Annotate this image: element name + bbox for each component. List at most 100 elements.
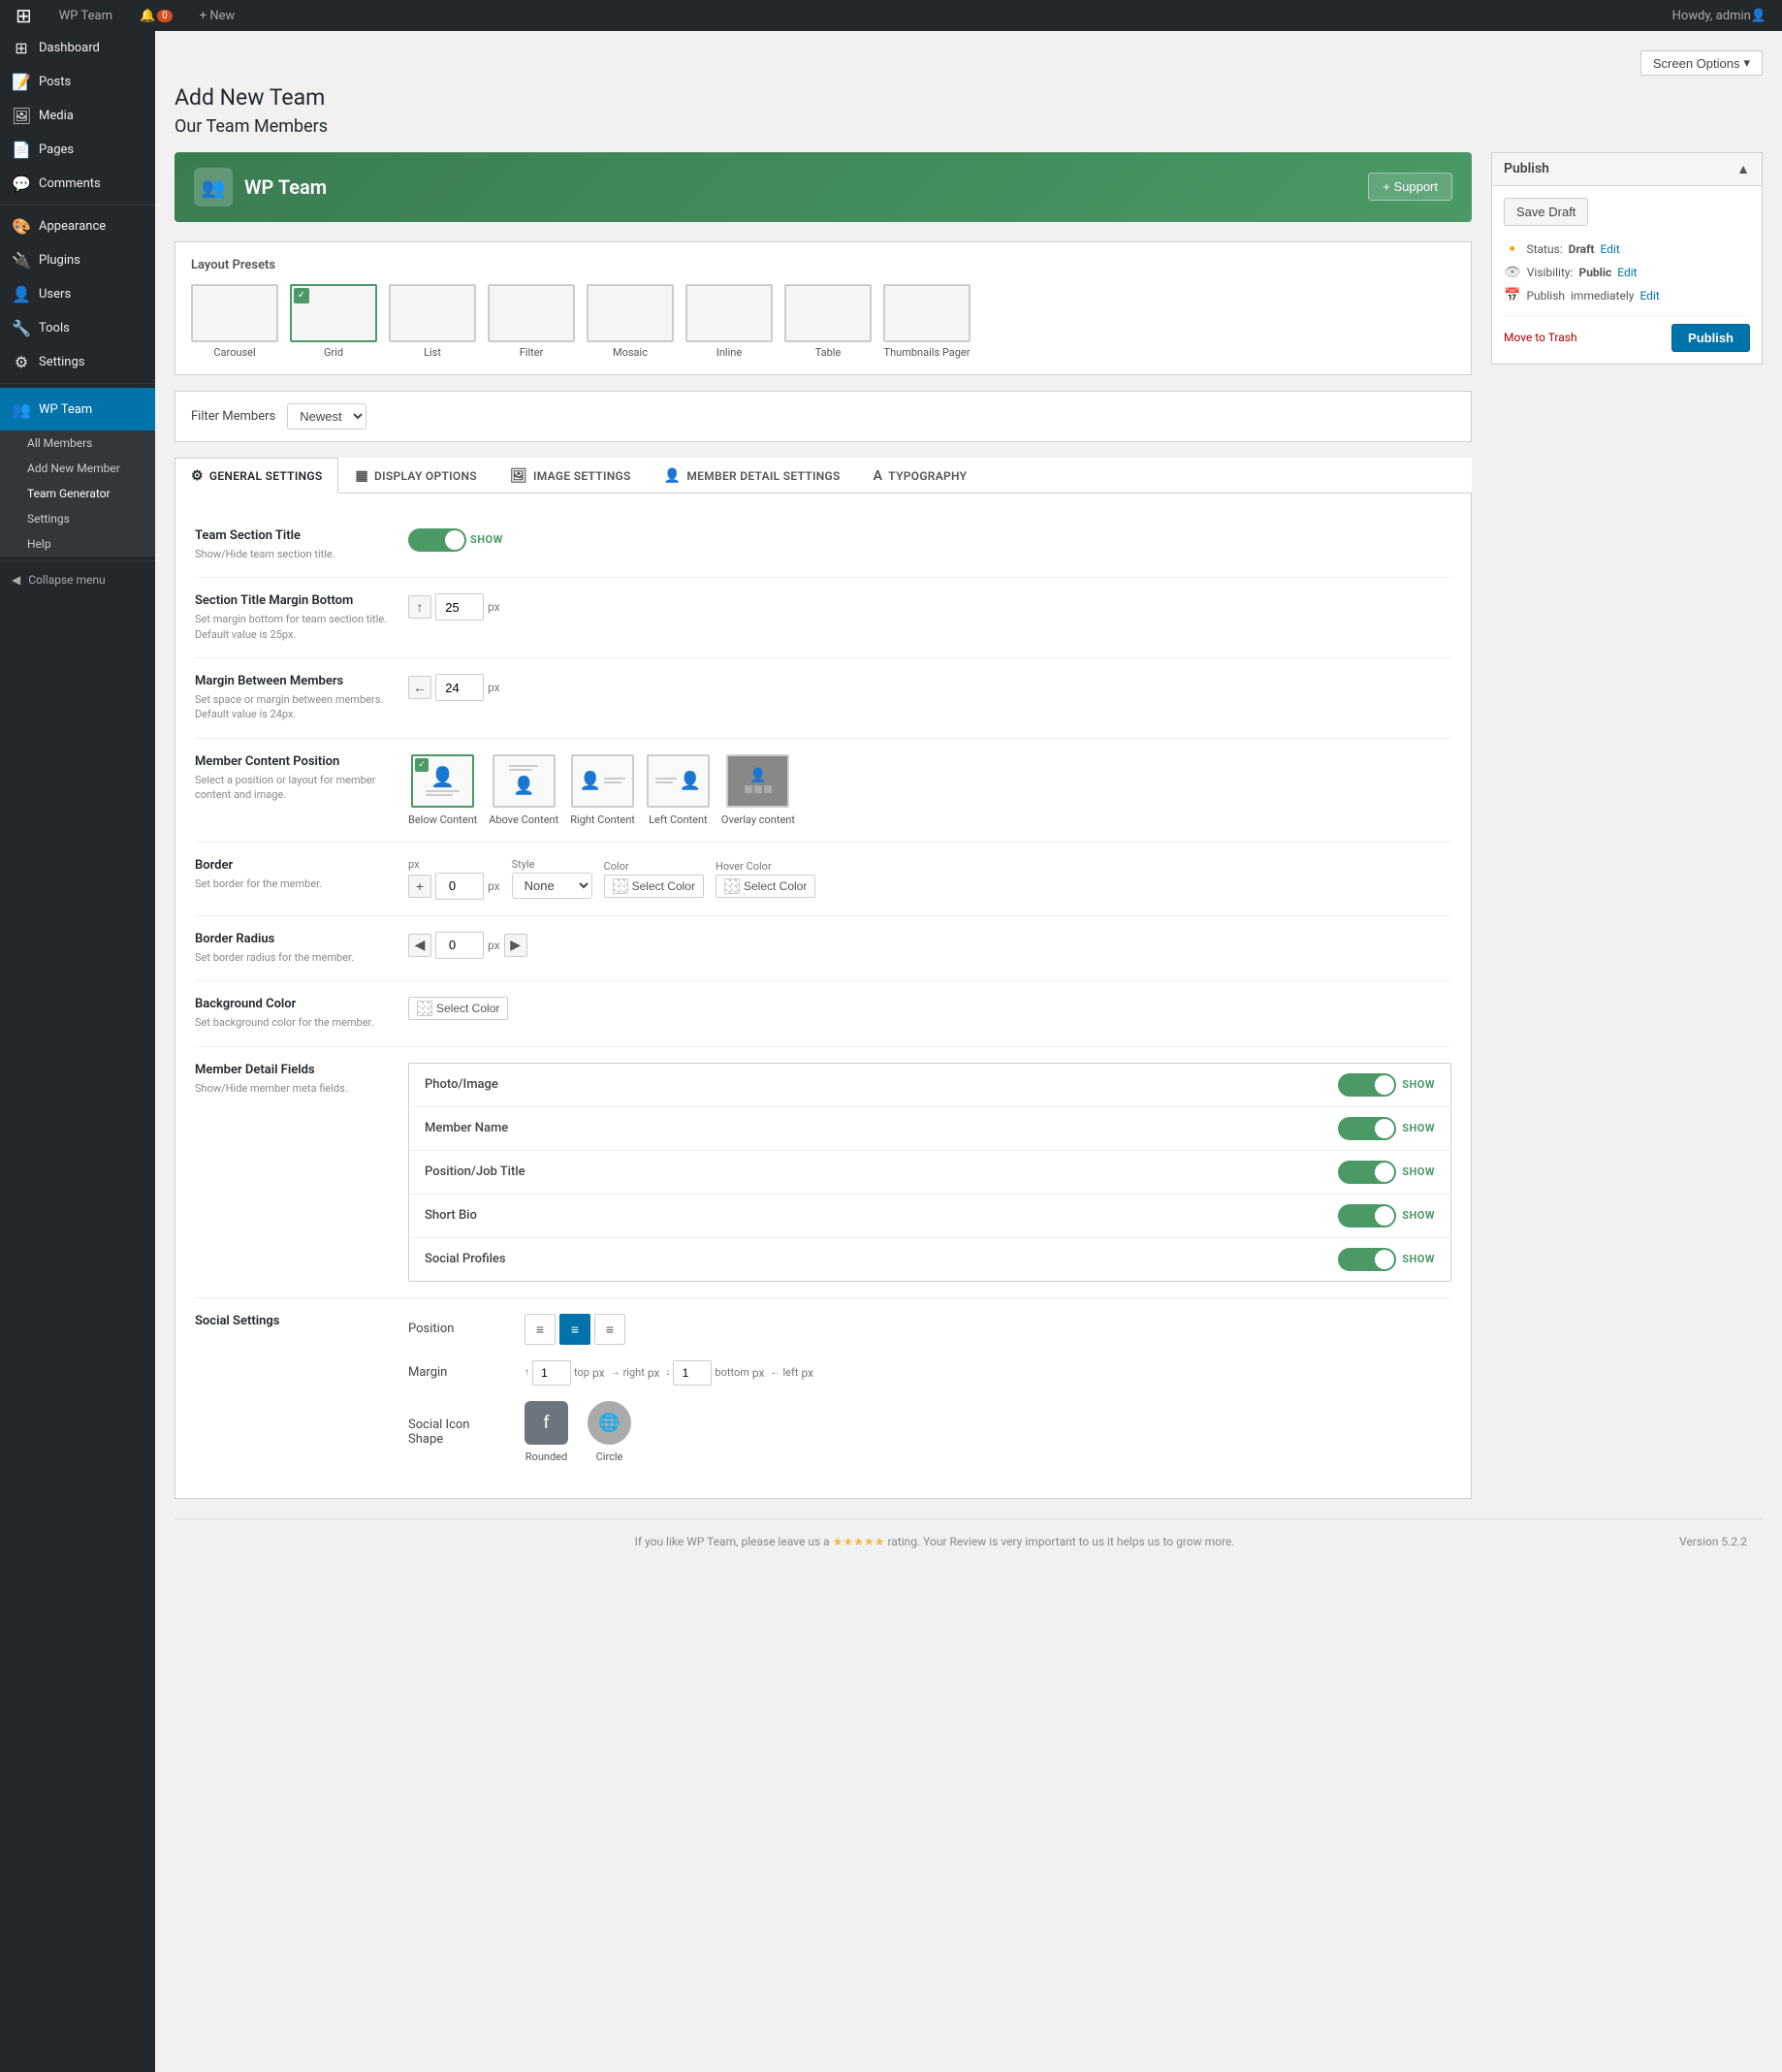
toggle-switch-social[interactable] xyxy=(1338,1248,1396,1271)
border-radius-increment[interactable]: ▶ xyxy=(504,934,527,957)
preset-grid[interactable]: Grid xyxy=(290,284,377,359)
icon-shape-rounded[interactable]: f Rounded xyxy=(525,1401,568,1463)
toggle-switch-position[interactable] xyxy=(1338,1161,1396,1184)
pos-overlay-content[interactable]: 👤 xyxy=(721,754,795,826)
pos-img-right: 👤 xyxy=(571,754,634,808)
preset-thumb-table xyxy=(784,284,872,342)
bio-toggle-container[interactable]: SHOW xyxy=(1338,1204,1435,1227)
move-to-trash-link[interactable]: Move to Trash xyxy=(1504,331,1577,344)
adminbar-site-name[interactable]: WP Team xyxy=(51,0,120,31)
filter-label: Filter Members xyxy=(191,409,275,424)
submenu-add-new-member[interactable]: Add New Member xyxy=(0,456,155,481)
section-margin-decrement[interactable]: ↑ xyxy=(408,595,431,619)
layout-presets-section: Layout Presets Carousel xyxy=(175,241,1472,375)
sidebar-item-appearance[interactable]: 🎨 Appearance xyxy=(0,209,155,243)
preset-inline[interactable]: Inline xyxy=(685,284,773,359)
adminbar-new[interactable]: + New xyxy=(192,0,243,31)
sidebar-item-settings[interactable]: ⚙ Settings xyxy=(0,345,155,379)
pos-left-content[interactable]: 👤 Left Content xyxy=(647,754,710,826)
submenu-help[interactable]: Help xyxy=(0,531,155,557)
sidebar-item-users[interactable]: 👤 Users xyxy=(0,277,155,311)
publish-actions: Save Draft xyxy=(1504,198,1750,226)
toggle-switch-section-title[interactable] xyxy=(408,528,466,552)
support-button[interactable]: + Support xyxy=(1368,173,1452,201)
save-draft-button[interactable]: Save Draft xyxy=(1504,198,1588,226)
tab-general-settings[interactable]: ⚙ GENERAL SETTINGS xyxy=(175,458,338,494)
tab-display-options[interactable]: ▦ DISPLAY OPTIONS xyxy=(338,458,493,494)
publish-panel-toggle[interactable]: ▲ xyxy=(1736,161,1750,177)
toggle-knob-bio xyxy=(1375,1206,1394,1226)
status-edit-link[interactable]: Edit xyxy=(1600,242,1619,256)
pos-icon-center[interactable]: ≡ xyxy=(559,1314,590,1345)
pos-right-content[interactable]: 👤 Right Content xyxy=(570,754,635,826)
background-color-picker[interactable]: Select Color xyxy=(408,997,508,1020)
collapse-menu[interactable]: ◀ Collapse menu xyxy=(0,565,155,594)
sidebar-item-posts[interactable]: 📝 Posts xyxy=(0,65,155,99)
section-margin-input-group: ↑ px xyxy=(408,593,500,621)
sidebar-item-tools[interactable]: 🔧 Tools xyxy=(0,311,155,345)
sidebar-item-wp-team[interactable]: 👥 WP Team xyxy=(0,388,155,430)
border-color-picker[interactable]: Select Color xyxy=(604,875,704,898)
team-section-title-toggle[interactable]: SHOW xyxy=(408,528,503,552)
social-toggle-container[interactable]: SHOW xyxy=(1338,1248,1435,1271)
margin-bottom-input[interactable] xyxy=(673,1360,712,1386)
preset-carousel[interactable]: Carousel xyxy=(191,284,278,359)
tab-typography[interactable]: A TYPOGRAPHY xyxy=(857,458,984,494)
adminbar-notifications[interactable]: 🔔 0 xyxy=(132,0,180,31)
screen-options-button[interactable]: Screen Options ▾ xyxy=(1640,50,1763,76)
sidebar-item-comments[interactable]: 💬 Comments xyxy=(0,167,155,201)
preset-table[interactable]: Table xyxy=(784,284,872,359)
sidebar-item-dashboard[interactable]: ⊞ Dashboard xyxy=(0,31,155,65)
tab-member-detail-settings[interactable]: 👤 MEMBER DETAIL SETTINGS xyxy=(648,458,857,494)
content-position-desc: Select a position or layout for member c… xyxy=(195,773,389,803)
toggle-switch-name[interactable] xyxy=(1338,1117,1396,1140)
detail-field-bio: Short Bio SHOW xyxy=(409,1195,1450,1238)
preset-mosaic[interactable]: Mosaic xyxy=(587,284,674,359)
border-radius-decrement[interactable]: ◀ xyxy=(408,934,431,957)
sidebar-item-media[interactable]: 🖼 Media xyxy=(0,99,155,133)
setting-margin-between: Margin Between Members Set space or marg… xyxy=(195,658,1451,739)
detail-field-photo: Photo/Image SHOW xyxy=(409,1064,1450,1107)
publish-button[interactable]: Publish xyxy=(1671,324,1750,352)
preset-thumbnails[interactable]: Thumbnails Pager xyxy=(883,284,971,359)
wp-team-banner: 👥 WP Team + Support xyxy=(175,152,1472,222)
wp-logo[interactable]: ⊞ xyxy=(8,0,40,31)
section-margin-input[interactable] xyxy=(435,593,484,621)
toggle-switch-photo[interactable] xyxy=(1338,1073,1396,1097)
filter-section: Filter Members Newest Oldest A-Z Z-A xyxy=(175,391,1472,442)
setting-background-color: Background Color Set background color fo… xyxy=(195,981,1451,1046)
position-toggle-container[interactable]: SHOW xyxy=(1338,1161,1435,1184)
border-style-select[interactable]: None Solid Dashed Dotted xyxy=(512,873,592,899)
preset-thumb-thumbnails xyxy=(883,284,971,342)
border-hover-color-picker[interactable]: Select Color xyxy=(716,875,815,898)
tab-image-settings[interactable]: 🖼 IMAGE SETTINGS xyxy=(493,458,648,494)
pos-below-content[interactable]: 👤 Below Content xyxy=(408,754,477,826)
photo-toggle-container[interactable]: SHOW xyxy=(1338,1073,1435,1097)
border-radius-input[interactable] xyxy=(435,932,484,959)
submenu-all-members[interactable]: All Members xyxy=(0,430,155,456)
pos-icon-left[interactable]: ≡ xyxy=(525,1314,556,1345)
pos-icon-right[interactable]: ≡ xyxy=(594,1314,625,1345)
icon-shape-circle[interactable]: 🌐 Circle xyxy=(588,1401,631,1463)
footer-stars: ★★★★★ xyxy=(833,1535,885,1548)
name-toggle-container[interactable]: SHOW xyxy=(1338,1117,1435,1140)
border-width-increment[interactable]: + xyxy=(408,875,431,898)
detail-field-name: Member Name SHOW xyxy=(409,1107,1450,1151)
border-width-input[interactable] xyxy=(435,873,484,900)
margin-top-input[interactable] xyxy=(532,1360,571,1386)
margin-between-decrement[interactable]: ← xyxy=(408,676,431,699)
filter-select[interactable]: Newest Oldest A-Z Z-A xyxy=(287,403,366,430)
margin-between-input[interactable] xyxy=(435,674,484,701)
publish-edit-link[interactable]: Edit xyxy=(1639,289,1659,303)
preset-filter[interactable]: Filter xyxy=(488,284,575,359)
border-hover-color-swatch xyxy=(724,878,740,894)
toggle-knob xyxy=(445,530,464,550)
pos-above-content[interactable]: 👤 Above Content xyxy=(489,754,558,826)
sidebar-item-plugins[interactable]: 🔌 Plugins xyxy=(0,243,155,277)
visibility-edit-link[interactable]: Edit xyxy=(1617,266,1637,279)
preset-list[interactable]: List xyxy=(389,284,476,359)
toggle-switch-bio[interactable] xyxy=(1338,1204,1396,1227)
submenu-team-generator[interactable]: Team Generator xyxy=(0,481,155,506)
submenu-settings[interactable]: Settings xyxy=(0,506,155,531)
sidebar-item-pages[interactable]: 📄 Pages xyxy=(0,133,155,167)
